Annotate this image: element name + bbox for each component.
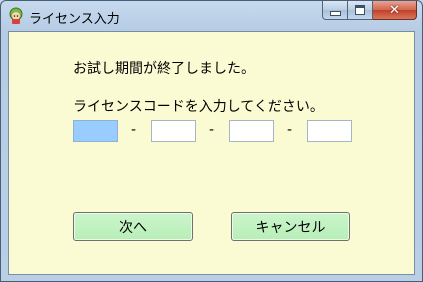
window-title: ライセンス入力 [29,12,120,27]
minimize-icon [329,10,341,16]
license-dialog-window: ライセンス入力 ✕ お試し期間が終了しました。 ライセンスコードを入力してくださ… [0,0,423,282]
character-icon [9,7,23,24]
maximize-button[interactable] [348,1,373,20]
license-field-3[interactable] [229,120,274,142]
separator-dash: - [287,122,293,138]
license-field-4[interactable] [307,120,352,142]
maximize-icon [355,5,365,15]
window-controls: ✕ [322,1,417,21]
next-button[interactable]: 次へ [73,212,193,241]
license-field-1[interactable] [73,120,118,142]
license-prompt-message: ライセンスコードを入力してください。 [73,99,324,115]
minimize-button[interactable] [322,1,348,20]
separator-dash: - [131,122,137,138]
cancel-button[interactable]: キャンセル [231,212,350,241]
close-button[interactable]: ✕ [373,1,417,20]
title-bar[interactable]: ライセンス入力 ✕ [1,1,422,31]
dialog-body: お試し期間が終了しました。 ライセンスコードを入力してください。 - - - 次… [8,31,415,275]
trial-expired-message: お試し期間が終了しました。 [73,61,255,77]
close-icon: ✕ [389,2,400,18]
separator-dash: - [209,122,215,138]
license-field-2[interactable] [151,120,196,142]
